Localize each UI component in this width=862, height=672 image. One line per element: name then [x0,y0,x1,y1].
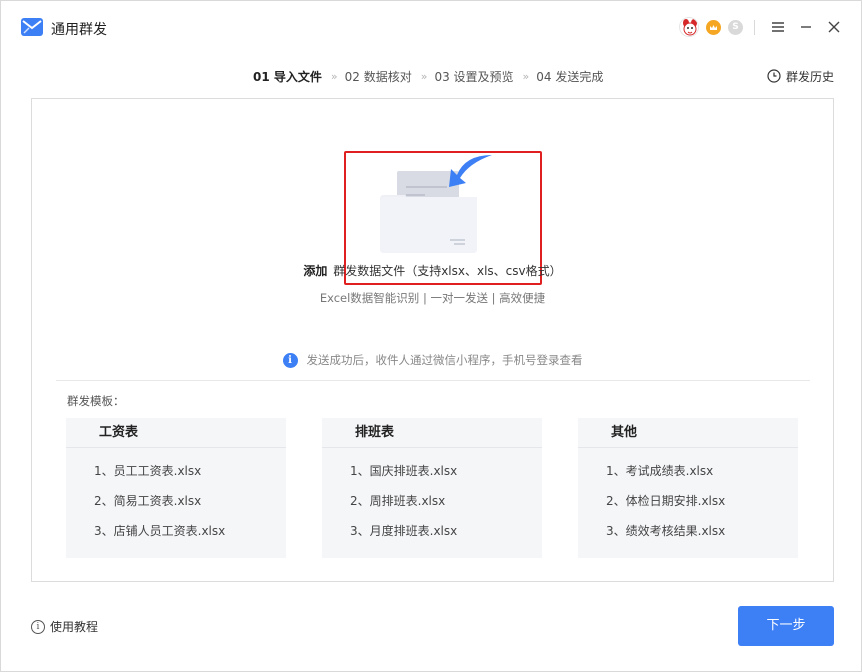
divider [56,380,810,381]
avatar-icon [681,19,698,36]
templates-label: 群发模板： [67,394,125,408]
step-send-complete: 04 发送完成 [536,69,604,84]
template-item[interactable]: 1、考试成绩表.xlsx [606,464,798,494]
main-panel: 添加 群发数据文件（支持xlsx、xls、csv格式） Excel数据智能识别 … [31,98,834,582]
avatar[interactable] [679,17,699,37]
upload-subtext: Excel数据智能识别 | 一对一发送 | 高效便捷 [319,291,546,305]
title-bar: 通用群发 S [1,1,861,57]
template-item[interactable]: 2、周排班表.xlsx [350,494,542,524]
template-item[interactable]: 2、体检日期安排.xlsx [606,494,798,524]
template-item[interactable]: 1、员工工资表.xlsx [94,464,286,494]
step-indicator: 01 导入文件 » 02 数据核对 » 03 设置及预览 » 04 发送完成 [253,67,603,85]
step-separator: » [522,69,530,83]
history-label: 群发历史 [786,69,835,84]
notice-bar: i 发送成功后，收件人通过微信小程序，手机号登录查看 [32,352,833,368]
step-separator: » [330,69,338,83]
step-separator: » [420,69,428,83]
step-settings-preview: 03 设置及预览 [434,69,514,84]
add-description: 群发数据文件（支持xlsx、xls、csv格式） [333,264,562,278]
info-icon: i [282,352,298,368]
clock-icon [767,69,781,83]
app-title: 通用群发 [51,22,107,38]
vip-crown-icon[interactable] [706,20,721,35]
notice-text: 发送成功后，收件人通过微信小程序，手机号登录查看 [306,353,583,367]
template-card-schedule: 排班表 1、国庆排班表.xlsx 2、周排班表.xlsx 3、月度排班表.xls… [322,418,542,558]
template-card-title: 其他 [578,418,798,448]
menu-icon[interactable] [770,19,786,35]
template-card-title: 排班表 [322,418,542,448]
mail-app-icon [21,18,43,36]
tutorial-link[interactable]: i 使用教程 [31,618,98,635]
template-item[interactable]: 3、店铺人员工资表.xlsx [94,524,286,554]
template-item[interactable]: 3、月度排班表.xlsx [350,524,542,554]
step-import-file: 01 导入文件 [253,69,322,84]
template-item[interactable]: 2、简易工资表.xlsx [94,494,286,524]
template-item[interactable]: 3、绩效考核结果.xlsx [606,524,798,554]
minimize-icon[interactable] [798,19,814,35]
next-step-button[interactable]: 下一步 [738,606,834,646]
template-card-title: 工资表 [66,418,286,448]
template-card-other: 其他 1、考试成绩表.xlsx 2、体检日期安排.xlsx 3、绩效考核结果.x… [578,418,798,558]
history-button[interactable]: 群发历史 [767,67,834,85]
titlebar-divider [754,20,755,35]
template-item[interactable]: 1、国庆排班表.xlsx [350,464,542,494]
app-window: 通用群发 S 01 导入文件 » 02 数据核对 » 03 设置及预览 » 04… [0,0,862,672]
tutorial-label: 使用教程 [50,620,99,634]
add-label[interactable]: 添加 [303,264,327,278]
s-badge-icon[interactable]: S [728,20,743,35]
template-card-salary: 工资表 1、员工工资表.xlsx 2、简易工资表.xlsx 3、店铺人员工资表.… [66,418,286,558]
folder-upload-icon[interactable] [377,151,507,259]
close-icon[interactable] [826,19,842,35]
info-outline-icon: i [31,619,45,634]
add-file-text[interactable]: 添加 群发数据文件（支持xlsx、xls、csv格式） [32,262,833,279]
step-data-check: 02 数据核对 [344,69,412,84]
